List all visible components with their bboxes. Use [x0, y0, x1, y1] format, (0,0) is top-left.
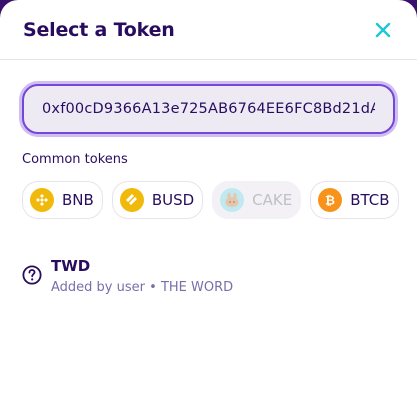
added-by-label: Added by user — [51, 280, 145, 295]
token-list-item[interactable]: TWD Added by user • THE WORD — [22, 257, 395, 295]
btcb-icon: ₿ — [318, 188, 343, 212]
token-search-field[interactable] — [22, 84, 395, 134]
token-search-input[interactable] — [40, 100, 377, 118]
close-button[interactable] — [373, 20, 393, 40]
token-chip-cake[interactable]: CAKE — [212, 181, 302, 219]
token-chip-label: BNB — [62, 191, 94, 209]
token-chip-btcb[interactable]: ₿ BTCB — [310, 181, 399, 219]
token-subtitle: Added by user • THE WORD — [51, 280, 233, 295]
separator-dot: • — [149, 280, 157, 295]
token-name: THE WORD — [160, 280, 234, 295]
token-chip-label: BUSD — [151, 191, 195, 209]
svg-text:₿: ₿ — [325, 194, 335, 208]
token-symbol: TWD — [51, 257, 91, 275]
close-icon — [375, 22, 391, 37]
modal-header: Select a Token — [0, 0, 417, 60]
busd-icon — [119, 188, 144, 212]
modal-title: Select a Token — [23, 18, 175, 41]
token-info: TWD Added by user • THE WORD — [51, 257, 233, 295]
token-chip-busd[interactable]: BUSD — [111, 181, 204, 219]
common-tokens-list: BNB BUSD CAKE ₿ BTCB — [22, 181, 399, 219]
unknown-token-icon — [22, 265, 42, 285]
cake-icon — [220, 188, 245, 212]
select-token-modal: Select a Token Common tokens BNB — [0, 0, 417, 404]
token-chip-label: BTCB — [350, 191, 390, 209]
token-chip-label: CAKE — [252, 191, 293, 209]
common-tokens-label: Common tokens — [22, 152, 128, 167]
token-chip-bnb[interactable]: BNB — [22, 181, 103, 219]
bnb-icon — [30, 188, 54, 212]
